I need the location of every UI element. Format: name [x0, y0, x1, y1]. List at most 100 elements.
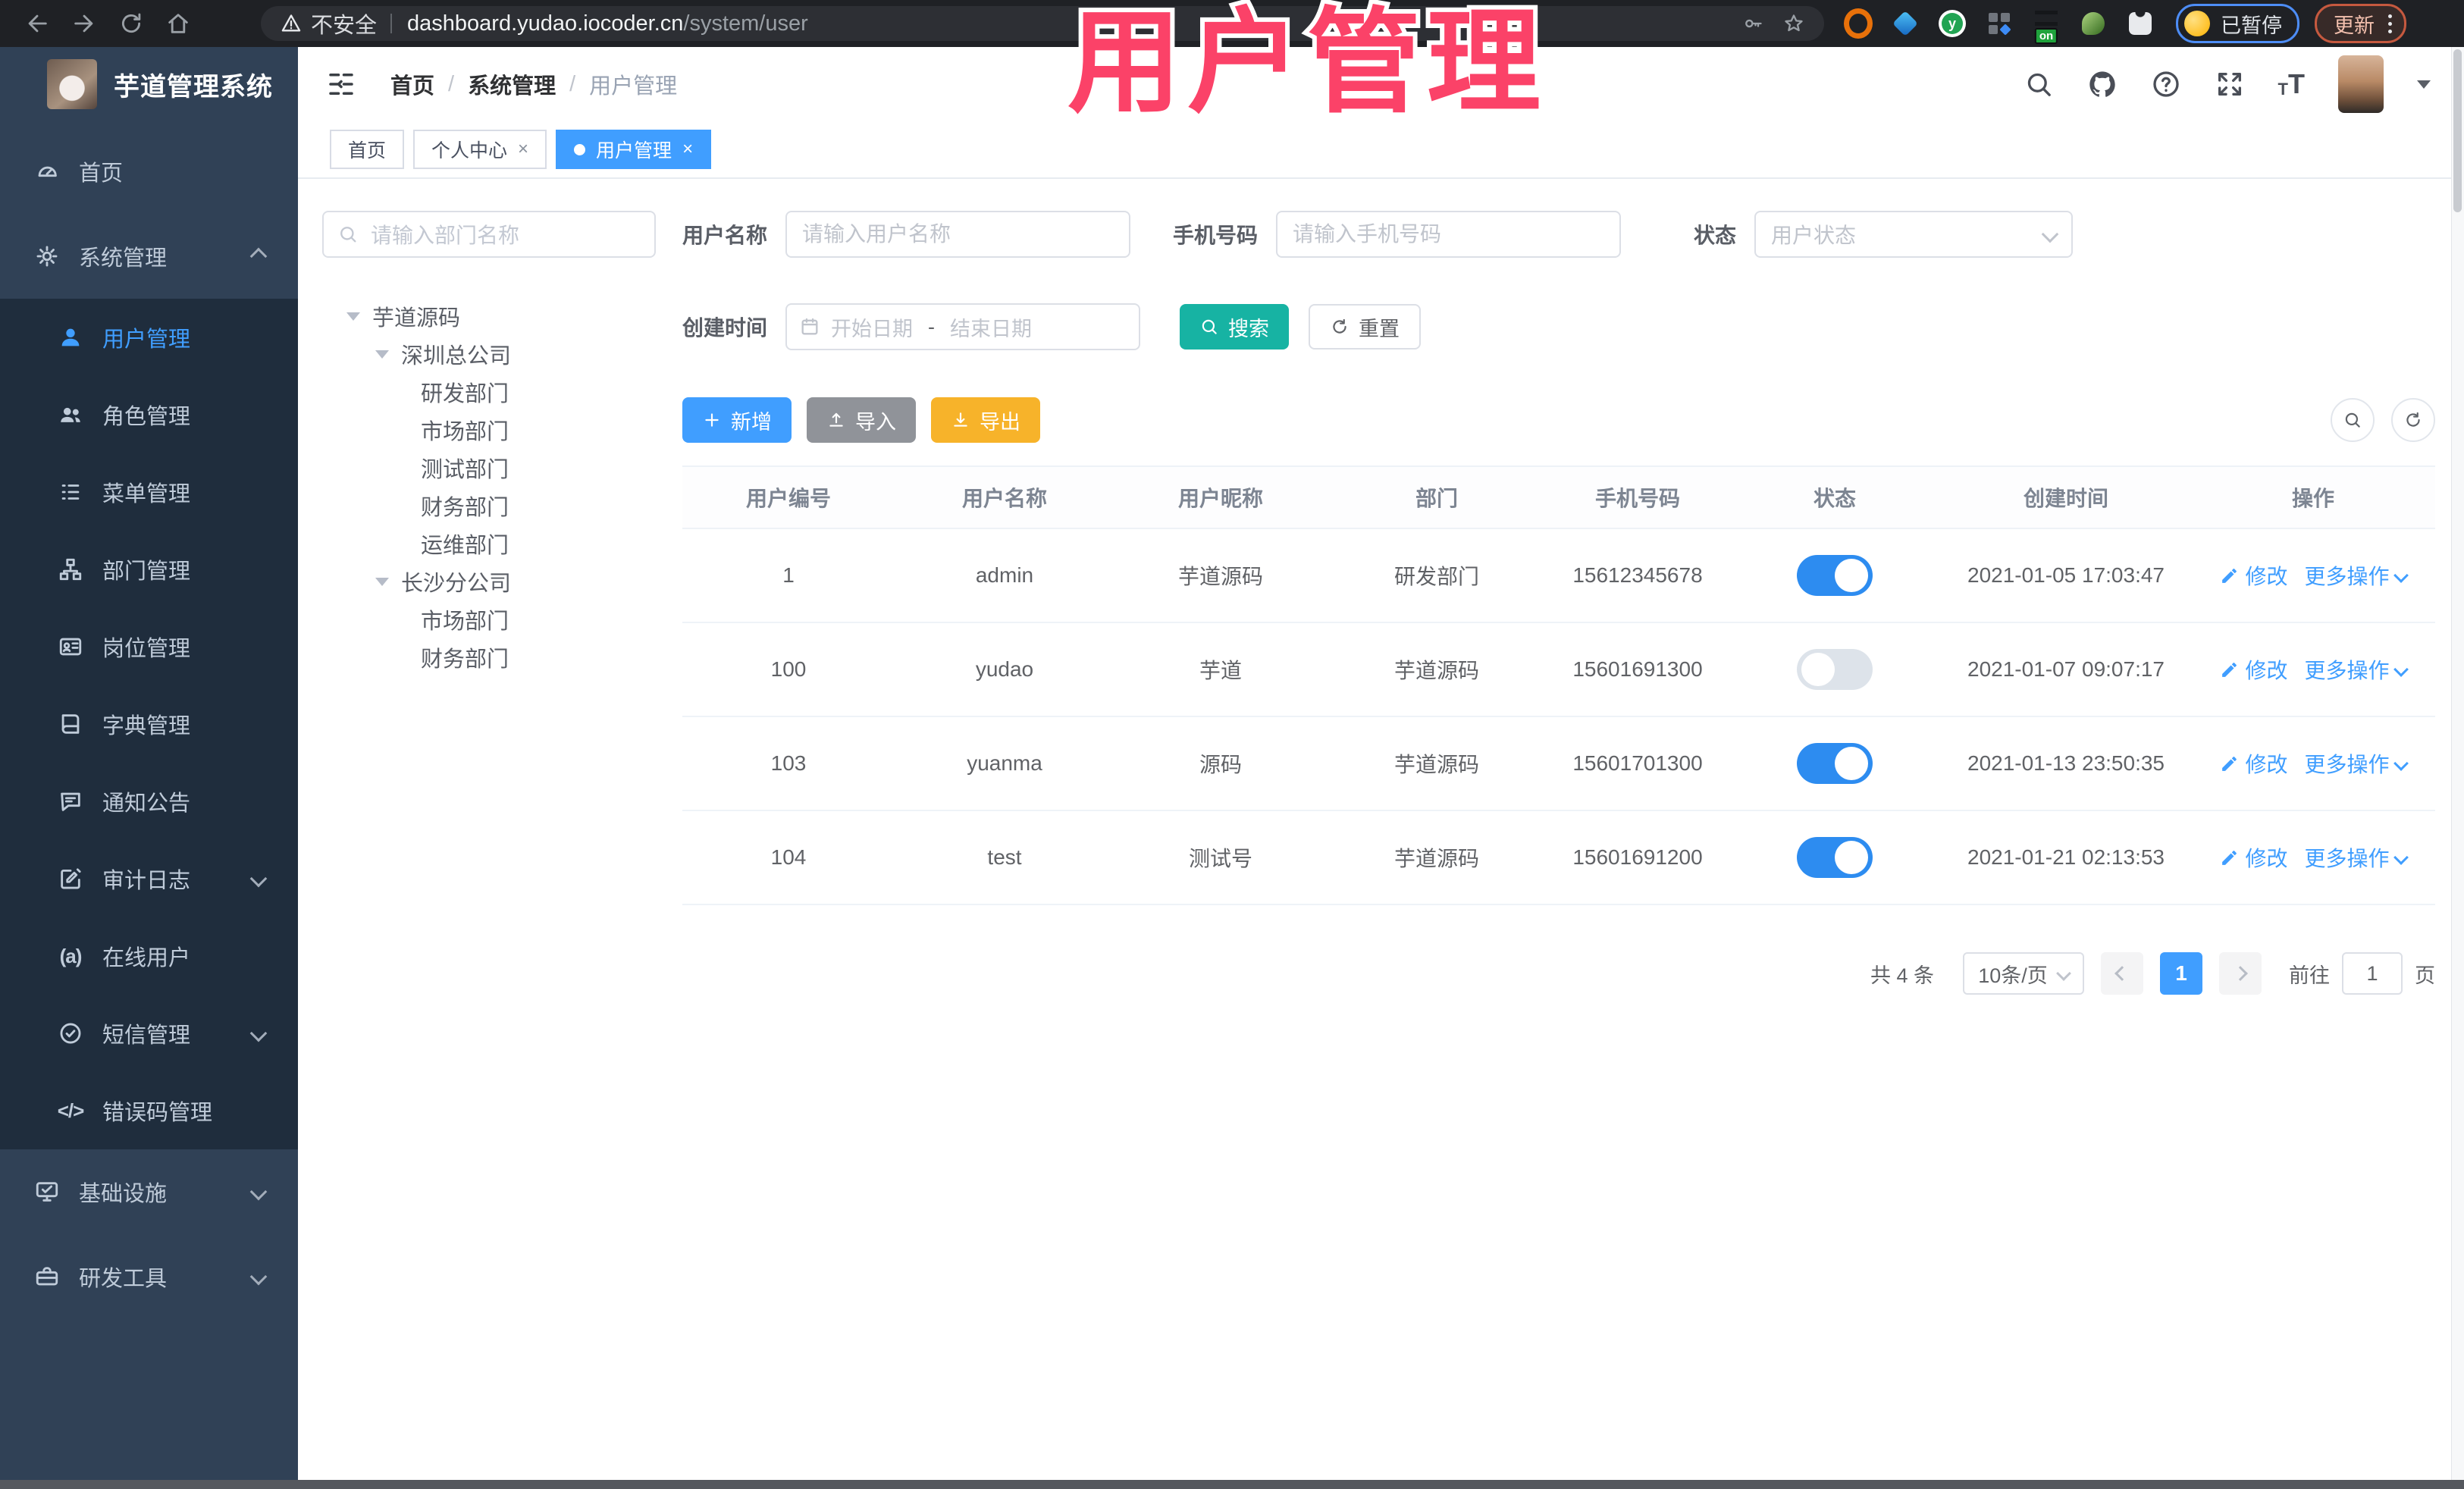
sidebar-collapse-icon[interactable] — [325, 68, 357, 100]
username-input[interactable] — [785, 211, 1131, 258]
toggle-search-button[interactable] — [2331, 398, 2375, 442]
sidebar-item-devtool[interactable]: 研发工具 — [0, 1234, 298, 1319]
page-1-button[interactable]: 1 — [2160, 952, 2202, 995]
chevron-down-icon — [2055, 966, 2071, 981]
sidebar-item-dict[interactable]: 字典管理 — [0, 685, 298, 763]
sidebar-item-infra[interactable]: 基础设施 — [0, 1149, 298, 1234]
browser-reload-icon[interactable] — [108, 5, 155, 42]
edit-link[interactable]: 修改 — [2220, 748, 2288, 779]
sidebar-item-role[interactable]: 角色管理 — [0, 376, 298, 453]
edit-link[interactable]: 修改 — [2220, 560, 2288, 591]
browser-back-icon[interactable] — [14, 5, 61, 42]
breadcrumb-item[interactable]: 系统管理 — [468, 68, 556, 100]
tree-node[interactable]: 财务部门 — [322, 638, 656, 676]
browser-home-icon[interactable] — [155, 5, 202, 42]
browser-menu-icon[interactable] — [2388, 14, 2392, 33]
sidebar-item-home[interactable]: 首页 — [0, 129, 298, 214]
profile-paused-badge[interactable]: 已暂停 — [2176, 4, 2299, 43]
sidebar-item-audit[interactable]: 审计日志 — [0, 840, 298, 917]
tree-node[interactable]: 深圳总公司 — [322, 335, 656, 373]
sidebar-item-system[interactable]: 系统管理 — [0, 214, 298, 299]
next-page-button[interactable] — [2219, 952, 2262, 995]
browser-update-button[interactable]: 更新 — [2315, 4, 2406, 43]
more-actions-link[interactable]: 更多操作 — [2305, 560, 2409, 591]
refresh-table-button[interactable] — [2391, 398, 2435, 442]
tree-node[interactable]: 长沙分公司 — [322, 563, 656, 600]
page-scrollbar[interactable] — [2451, 47, 2464, 1489]
sidebar-item-sms[interactable]: 短信管理 — [0, 995, 298, 1072]
sidebar-item-dept[interactable]: 部门管理 — [0, 531, 298, 608]
sidebar-item-errcode[interactable]: </> 错误码管理 — [0, 1072, 298, 1149]
edit-link[interactable]: 修改 — [2220, 654, 2288, 685]
sidebar-item-online[interactable]: (a) 在线用户 — [0, 917, 298, 995]
expand-arrow-icon[interactable] — [375, 577, 389, 586]
edit-link[interactable]: 修改 — [2220, 842, 2288, 873]
date-separator: - — [928, 315, 936, 338]
window-bottom-edge — [0, 1480, 2464, 1489]
tree-node[interactable]: 测试部门 — [322, 449, 656, 487]
sidebar-item-notice[interactable]: 通知公告 — [0, 763, 298, 840]
search-button[interactable]: 搜索 — [1180, 304, 1290, 350]
tag-view-tab[interactable]: 个人中心 × — [413, 130, 547, 169]
extension-drop-icon[interactable] — [1891, 9, 1920, 38]
more-actions-link[interactable]: 更多操作 — [2305, 748, 2409, 779]
more-actions-link[interactable]: 更多操作 — [2305, 842, 2409, 873]
tag-view-tab[interactable]: 用户管理 × — [556, 130, 712, 169]
export-button[interactable]: 导出 — [931, 397, 1040, 443]
close-tab-icon[interactable]: × — [518, 140, 528, 158]
tree-node[interactable]: 市场部门 — [322, 600, 656, 638]
tree-node[interactable]: 市场部门 — [322, 411, 656, 449]
extension-ring-icon[interactable] — [1844, 8, 1873, 39]
tree-node[interactable]: 运维部门 — [322, 525, 656, 563]
password-key-icon[interactable] — [1742, 13, 1763, 34]
divider — [390, 14, 393, 33]
breadcrumb-item: 用户管理 — [589, 74, 678, 99]
status-toggle[interactable] — [1797, 743, 1873, 784]
github-icon[interactable] — [2087, 69, 2118, 99]
tag-view-tab[interactable]: 首页 — [330, 130, 405, 169]
browser-forward-icon[interactable] — [61, 5, 108, 42]
status-toggle[interactable] — [1797, 837, 1873, 878]
sidebar-item-user[interactable]: 用户管理 — [0, 299, 298, 376]
bookmark-star-icon[interactable] — [1783, 13, 1804, 34]
font-size-icon[interactable]: TT — [2278, 71, 2305, 98]
extension-switch-icon[interactable]: on — [2032, 9, 2061, 44]
breadcrumb-item[interactable]: 首页 — [390, 68, 434, 100]
status-select[interactable]: 用户状态 — [1754, 211, 2074, 258]
reset-button[interactable]: 重置 — [1309, 304, 1422, 350]
header-search-icon[interactable] — [2024, 69, 2054, 99]
tree-node[interactable]: 财务部门 — [322, 487, 656, 525]
expand-arrow-icon[interactable] — [375, 350, 389, 359]
sidebar-item-menu[interactable]: 菜单管理 — [0, 453, 298, 531]
status-toggle[interactable] — [1797, 649, 1873, 690]
goto-page-input[interactable] — [2342, 952, 2403, 995]
prev-page-button[interactable] — [2101, 952, 2143, 995]
extensions-puzzle-icon[interactable] — [2126, 9, 2155, 38]
expand-arrow-icon[interactable] — [346, 312, 360, 321]
add-button[interactable]: 新增 — [682, 397, 792, 443]
tree-node[interactable]: 芋道源码 — [322, 297, 656, 335]
extension-grid-icon[interactable] — [1985, 9, 2014, 38]
browser-address-bar[interactable]: 不安全 dashboard.yudao.iocoder.cn /system/u… — [261, 6, 1824, 41]
avatar-caret-icon[interactable] — [2417, 80, 2431, 89]
fullscreen-icon[interactable] — [2215, 69, 2245, 99]
help-icon[interactable] — [2151, 69, 2181, 99]
close-tab-icon[interactable]: × — [682, 140, 693, 158]
page-size-select[interactable]: 10条/页 — [1963, 952, 2084, 995]
column-header: 用户编号 — [745, 487, 831, 510]
more-actions-link[interactable]: 更多操作 — [2305, 654, 2409, 685]
date-range-input[interactable]: 开始日期 - 结束日期 — [785, 303, 1141, 350]
status-toggle[interactable] — [1797, 555, 1873, 596]
dept-search-input[interactable]: 请输入部门名称 — [322, 211, 656, 258]
sidebar-item-post[interactable]: 岗位管理 — [0, 608, 298, 685]
app-logo[interactable]: 芋道管理系统 — [0, 47, 298, 121]
import-button[interactable]: 导入 — [807, 397, 916, 443]
extension-green-icon[interactable]: y — [1938, 9, 1967, 38]
extension-leaf-icon[interactable] — [2079, 9, 2108, 38]
url-path: /system/user — [683, 11, 808, 36]
user-avatar[interactable] — [2338, 55, 2384, 113]
table-body: 1 admin 芋道源码 研发部门 15612345678 2021-01-05 17:0… — [682, 529, 2435, 905]
tree-node[interactable]: 研发部门 — [322, 373, 656, 411]
mobile-input[interactable] — [1276, 211, 1622, 258]
scrollbar-thumb[interactable] — [2453, 49, 2462, 212]
